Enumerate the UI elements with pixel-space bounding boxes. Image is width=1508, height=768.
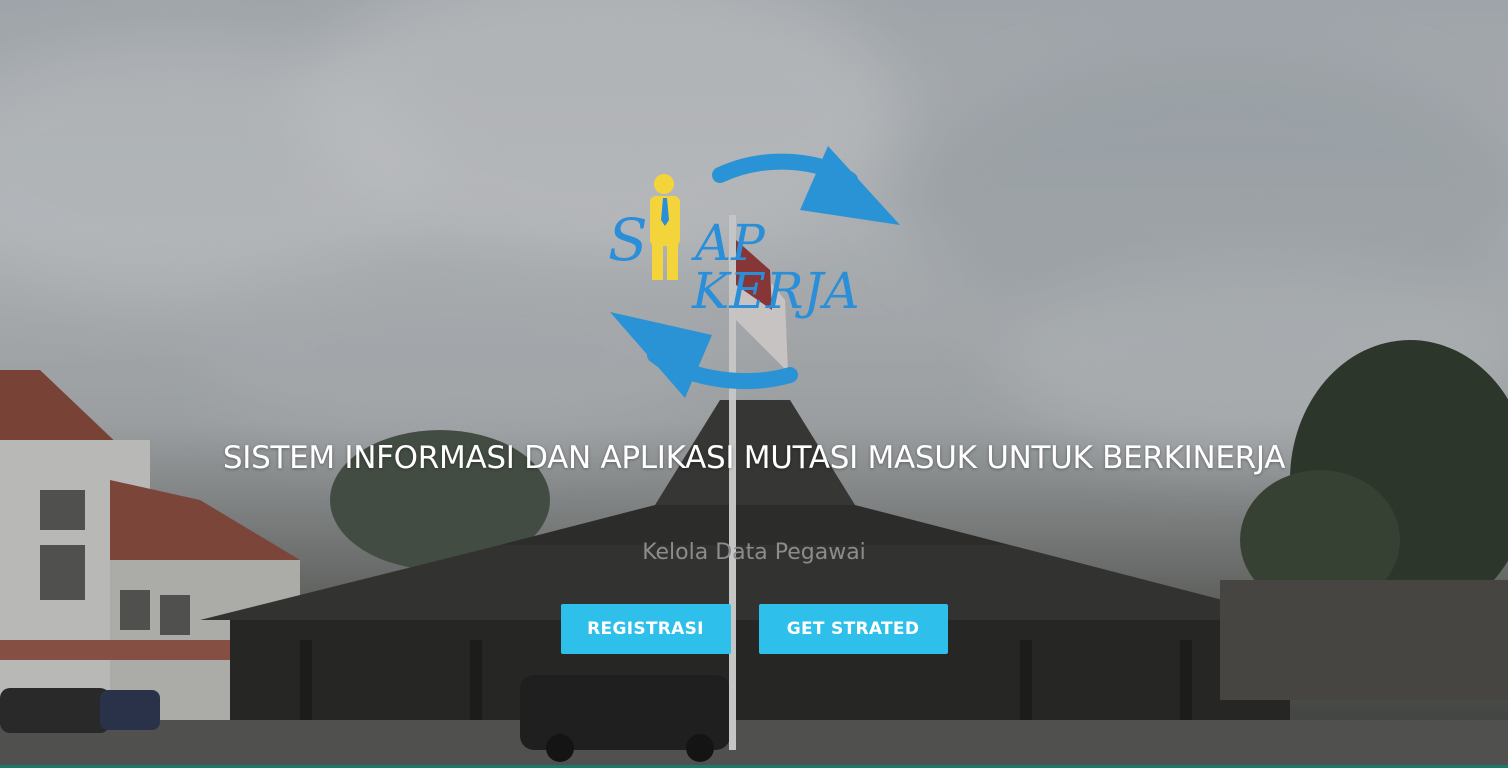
hero-section: S AP KERJA SISTEM INFORMASI DAN APLIKASI… — [0, 0, 1508, 768]
logo-text-line1: S — [608, 206, 648, 274]
action-buttons: REGISTRASI GET STRATED — [0, 604, 1508, 654]
siap-kerja-logo: S AP KERJA — [608, 146, 900, 398]
register-button[interactable]: REGISTRASI — [560, 604, 731, 654]
logo-text-line2: KERJA — [691, 262, 860, 320]
get-started-button[interactable]: GET STRATED — [758, 604, 948, 654]
page-title: SISTEM INFORMASI DAN APLIKASI MUTASI MAS… — [222, 440, 1286, 476]
person-figure-icon — [650, 174, 680, 280]
page-subtitle: Kelola Data Pegawai — [642, 540, 866, 565]
